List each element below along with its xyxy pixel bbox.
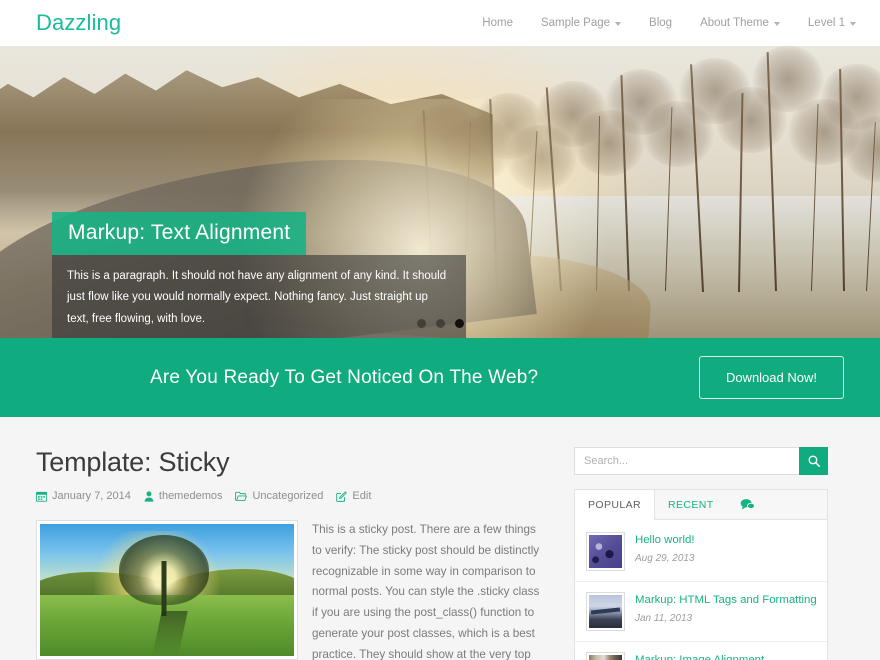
sidebar: POPULAR RECENT Hello world! Aug 29, 2013 Ma… <box>574 447 828 660</box>
post-category-label: Uncategorized <box>252 490 324 502</box>
nav-item-level-1[interactable]: Level 1 <box>794 17 856 29</box>
widget-tabs: POPULAR RECENT <box>575 490 827 520</box>
popular-post-thumbnail-image <box>589 535 622 568</box>
nav-item-sample-page[interactable]: Sample Page <box>527 17 635 29</box>
post-author[interactable]: themedemos <box>144 490 223 502</box>
post-date-label: January 7, 2014 <box>52 490 131 502</box>
popular-post-title[interactable]: Hello world! <box>635 533 695 548</box>
user-icon <box>144 490 154 502</box>
popular-post-thumbnail[interactable] <box>586 652 625 660</box>
post-edit-label: Edit <box>352 490 372 502</box>
popular-post-item[interactable]: Hello world! Aug 29, 2013 <box>575 522 827 582</box>
nav-item-blog[interactable]: Blog <box>635 17 686 29</box>
chevron-down-icon <box>850 21 856 26</box>
popular-post-thumbnail[interactable] <box>586 592 625 631</box>
popular-post-item[interactable]: Markup: Image AlignmentJan 10, 2013 <box>575 642 827 660</box>
popular-post-date: Aug 29, 2013 <box>635 553 695 565</box>
folder-open-icon <box>235 491 248 501</box>
popular-post-title[interactable]: Markup: HTML Tags and Formatting <box>635 593 817 608</box>
calendar-icon <box>36 491 47 502</box>
search-widget <box>574 447 828 475</box>
slider-dot-2[interactable] <box>435 319 445 328</box>
tab-label: POPULAR <box>588 498 641 511</box>
tab-popular[interactable]: POPULAR <box>575 490 655 520</box>
download-now-button[interactable]: Download Now! <box>698 356 844 399</box>
edit-pencil-icon <box>336 490 348 502</box>
nav-item-label: About Theme <box>700 17 769 29</box>
nav-item-label: Home <box>482 17 513 29</box>
slider-dot-3[interactable] <box>454 319 464 328</box>
popular-post-meta: Markup: Image AlignmentJan 10, 2013 <box>635 652 764 660</box>
search-submit-button[interactable] <box>799 447 828 475</box>
post-body: This is a sticky post. There are a few t… <box>36 520 546 660</box>
featured-tree-trunk <box>161 560 167 617</box>
call-to-action-band: Are You Ready To Get Noticed On The Web?… <box>0 338 880 417</box>
site-brand-logo[interactable]: Dazzling <box>36 10 121 36</box>
popular-post-thumbnail-image <box>589 655 622 660</box>
post-category[interactable]: Uncategorized <box>235 490 323 502</box>
popular-post-meta: Markup: HTML Tags and Formatting Jan 11, … <box>635 592 817 624</box>
nav-item-label: Level 1 <box>807 17 845 29</box>
primary-navigation: Home Sample Page Blog About Theme Level 1 <box>468 17 856 29</box>
site-header: Dazzling Home Sample Page Blog About Theme L… <box>0 0 880 46</box>
popular-post-meta: Hello world! Aug 29, 2013 <box>635 532 695 564</box>
page-content: Template: Sticky January 7, 2014 themede… <box>0 417 880 660</box>
popular-posts-list: Hello world! Aug 29, 2013 Markup: HTML Tag… <box>575 520 827 660</box>
chevron-down-icon <box>773 21 780 26</box>
tab-label: RECENT <box>667 498 714 511</box>
search-input[interactable] <box>574 447 799 475</box>
post-date[interactable]: January 7, 2014 <box>36 490 131 502</box>
slider-pagination <box>0 319 880 328</box>
post-article: Template: Sticky January 7, 2014 themede… <box>36 447 546 660</box>
popular-post-item[interactable]: Markup: HTML Tags and Formatting Jan 11, … <box>575 582 827 642</box>
hero-slider: Markup: Text Alignment This is a paragra… <box>0 46 880 338</box>
post-list: Template: Sticky January 7, 2014 themede… <box>36 447 546 660</box>
post-author-label: themedemos <box>158 490 223 502</box>
popular-post-title[interactable]: Markup: Image Alignment <box>635 653 764 660</box>
nav-item-label: Blog <box>649 17 673 29</box>
nav-item-about-theme[interactable]: About Theme <box>686 17 794 29</box>
popular-posts-widget: POPULAR RECENT Hello world! Aug 29, 2013 Ma… <box>574 489 828 660</box>
post-edit-link[interactable]: Edit <box>336 490 371 502</box>
tab-recent[interactable]: RECENT <box>655 490 728 519</box>
featured-image-canvas <box>40 524 294 656</box>
hero-caption-title[interactable]: Markup: Text Alignment <box>52 212 307 255</box>
post-meta: January 7, 2014 themedemos Uncategorized <box>36 490 546 502</box>
search-icon <box>808 455 820 467</box>
chevron-down-icon <box>615 21 622 26</box>
post-title[interactable]: Template: Sticky <box>36 447 546 478</box>
tab-comments[interactable] <box>728 490 767 519</box>
nav-item-home[interactable]: Home <box>468 17 527 29</box>
nav-item-label: Sample Page <box>540 17 611 29</box>
comment-bubble-icon <box>740 499 755 510</box>
slider-dot-1[interactable] <box>416 319 426 328</box>
post-excerpt: This is a sticky post. There are a few t… <box>312 523 540 660</box>
popular-post-thumbnail[interactable] <box>586 532 625 571</box>
cta-headline: Are You Ready To Get Noticed On The Web? <box>150 366 539 388</box>
post-featured-image[interactable] <box>36 520 298 660</box>
popular-post-date: Jan 11, 2013 <box>635 613 693 625</box>
popular-post-thumbnail-image <box>589 595 622 628</box>
